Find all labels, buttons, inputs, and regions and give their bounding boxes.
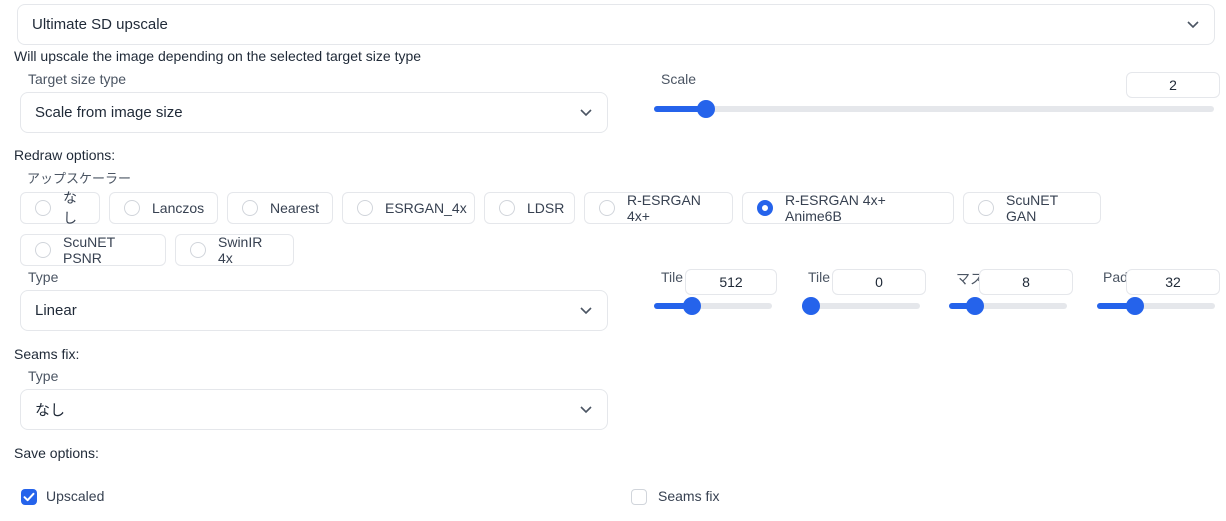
chevron-down-icon (580, 306, 592, 314)
upscaler-option-lanczos[interactable]: Lanczos (109, 192, 218, 224)
upscaler-option-scunet-psnr[interactable]: ScuNET PSNR (20, 234, 166, 266)
tile-width-label: Tile (661, 269, 684, 285)
upscaler-option-label: Lanczos (152, 200, 205, 216)
redraw-type-value: Linear (35, 302, 77, 319)
seams-fix-title: Seams fix: (14, 346, 80, 362)
script-dropdown[interactable]: Ultimate SD upscale (17, 4, 1215, 45)
seams-type-dropdown[interactable]: なし (20, 389, 608, 430)
upscaler-option-label: R-ESRGAN 4x+ Anime6B (785, 192, 886, 224)
padding-slider-thumb[interactable] (1126, 297, 1144, 315)
upscaler-option-label: なし (63, 190, 77, 226)
tile-width-slider-thumb[interactable] (683, 297, 701, 315)
redraw-type-dropdown[interactable]: Linear (20, 290, 608, 331)
tile-height-label: Tile (808, 269, 831, 285)
scale-slider-thumb[interactable] (697, 100, 716, 118)
mask-blur-slider-thumb[interactable] (966, 297, 984, 315)
upscaler-option-swinir-4x[interactable]: SwinIR 4x (175, 234, 294, 266)
chevron-down-icon (580, 405, 592, 413)
radio-icon (190, 242, 206, 258)
upscaler-option-label: ESRGAN_4x (385, 200, 467, 216)
seams-type-label: Type (28, 368, 59, 384)
scale-input[interactable]: 2 (1126, 72, 1220, 98)
radio-icon (357, 200, 373, 216)
upscaler-option-label: SwinIR 4x (218, 234, 263, 266)
upscaled-label[interactable]: Upscaled (46, 488, 104, 504)
info-text: Will upscale the image depending on the … (14, 48, 422, 64)
redraw-type-label: Type (28, 269, 59, 285)
tile-height-slider[interactable] (802, 297, 920, 315)
radio-icon (124, 200, 140, 216)
upscaler-option-label: LDSR (527, 200, 565, 216)
upscaler-option-label: ScuNET PSNR (63, 234, 115, 266)
upscaler-option-r-esrgan-4x[interactable]: R-ESRGAN 4x+ (584, 192, 733, 224)
radio-icon (499, 200, 515, 216)
scale-label: Scale (661, 71, 697, 87)
radio-icon (35, 242, 51, 258)
radio-icon (978, 200, 994, 216)
check-icon (23, 492, 35, 502)
tile-width-slider[interactable] (654, 297, 772, 315)
chevron-down-icon (580, 108, 592, 116)
seams-fix-label[interactable]: Seams fix (658, 488, 719, 504)
upscaler-option-label: ScuNET GAN (1006, 192, 1058, 224)
radio-icon (35, 200, 51, 216)
radio-selected-icon (757, 200, 773, 216)
save-options-title: Save options: (14, 445, 99, 461)
upscaled-checkbox[interactable] (21, 489, 37, 505)
tile-height-input[interactable]: 0 (832, 269, 926, 295)
upscaler-option-ldsr[interactable]: LDSR (484, 192, 575, 224)
upscaler-option-nearest[interactable]: Nearest (227, 192, 333, 224)
target-size-dropdown[interactable]: Scale from image size (20, 92, 608, 133)
scale-slider[interactable] (654, 100, 1214, 118)
upscaler-option-label: Nearest (270, 200, 320, 216)
script-dropdown-value: Ultimate SD upscale (32, 16, 168, 33)
radio-icon (242, 200, 258, 216)
upscaler-option-none[interactable]: なし (20, 190, 100, 226)
target-size-label: Target size type (28, 71, 127, 87)
tile-width-input[interactable]: 512 (685, 269, 777, 295)
upscaler-option-esrgan-4x[interactable]: ESRGAN_4x (342, 192, 475, 224)
chevron-down-icon (1187, 20, 1199, 28)
redraw-options-title: Redraw options: (14, 147, 116, 163)
upscaler-option-scunet-gan[interactable]: ScuNET GAN (963, 192, 1101, 224)
mask-blur-slider[interactable] (949, 297, 1067, 315)
tile-height-slider-thumb[interactable] (802, 297, 820, 315)
upscaler-option-r-esrgan-4x-anime6b[interactable]: R-ESRGAN 4x+ Anime6B (742, 192, 954, 224)
padding-input[interactable]: 32 (1126, 269, 1220, 295)
upscaler-option-label: R-ESRGAN 4x+ (627, 192, 701, 224)
padding-slider[interactable] (1097, 297, 1215, 315)
upscaler-label: アップスケーラー (27, 171, 132, 186)
padding-label: Pad (1103, 269, 1128, 285)
radio-icon (599, 200, 615, 216)
seams-type-value: なし (35, 402, 66, 419)
seams-fix-checkbox[interactable] (631, 489, 647, 505)
mask-blur-input[interactable]: 8 (979, 269, 1073, 295)
target-size-value: Scale from image size (35, 104, 183, 121)
